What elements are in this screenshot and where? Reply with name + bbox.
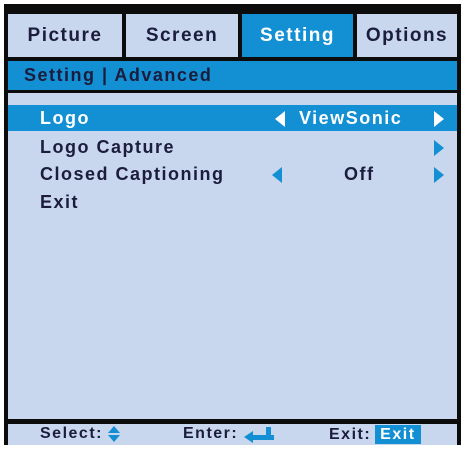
menu-tabs: Picture Screen Setting Options: [8, 14, 457, 57]
key-hint-bar: Select: Enter: Exit: Exit: [8, 424, 457, 445]
menu-item-label: Closed Captioning: [40, 164, 225, 184]
left-arrow-icon[interactable]: [275, 111, 285, 127]
tab-screen[interactable]: Screen: [126, 14, 238, 57]
enter-hint-label: Enter:: [183, 425, 239, 442]
enter-icon: [244, 427, 275, 443]
menu-item-label: Logo Capture: [40, 137, 175, 157]
menu-item-label: Exit: [40, 192, 80, 212]
tab-options[interactable]: Options: [357, 14, 457, 57]
right-arrow-icon[interactable]: [434, 140, 444, 156]
left-arrow-icon[interactable]: [272, 167, 282, 183]
up-down-arrows-icon: [107, 426, 121, 442]
submenu-title-text: Setting | Advanced: [24, 65, 213, 85]
right-arrow-icon[interactable]: [434, 167, 444, 183]
enter-hint: Enter:: [183, 425, 275, 443]
exit-hint: Exit: Exit: [329, 425, 421, 444]
menu-item-logo-capture[interactable]: Logo Capture: [8, 134, 457, 160]
select-hint: Select:: [40, 425, 121, 443]
menu-item-closed-captioning[interactable]: Closed Captioning Off: [8, 161, 457, 187]
exit-hint-label: Exit:: [329, 425, 372, 443]
menu-item-logo[interactable]: Logo ViewSonic: [8, 105, 457, 131]
tab-setting[interactable]: Setting: [242, 14, 353, 57]
menu-item-label: Logo: [40, 108, 90, 128]
menu-item-value: Off: [344, 164, 375, 184]
menu-item-exit[interactable]: Exit: [8, 189, 457, 215]
right-arrow-icon[interactable]: [434, 111, 444, 127]
tab-picture[interactable]: Picture: [8, 14, 122, 57]
submenu-title: Setting | Advanced: [8, 61, 457, 90]
select-hint-label: Select:: [40, 425, 103, 442]
menu-item-value: ViewSonic: [299, 108, 403, 128]
menu-panel: Logo ViewSonic Logo Capture Closed Capti…: [8, 93, 457, 419]
exit-key-badge: Exit: [375, 425, 421, 444]
osd-menu: Picture Screen Setting Options Setting |…: [4, 4, 461, 445]
